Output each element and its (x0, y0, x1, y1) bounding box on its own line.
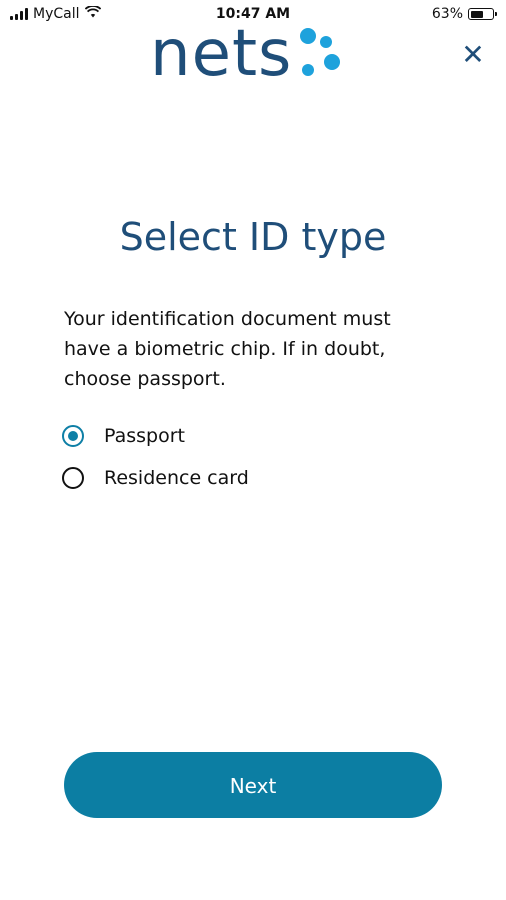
battery-fill (470, 10, 484, 18)
close-icon: ✕ (461, 38, 485, 71)
radio-button-residence-card[interactable] (62, 467, 84, 489)
instructions-text: Your identification document must have a… (64, 308, 391, 390)
radio-label-residence-card: Residence card (104, 467, 249, 489)
radio-option-passport[interactable]: Passport (62, 420, 249, 452)
next-button[interactable]: Next (64, 752, 442, 818)
radio-option-residence-card[interactable]: Residence card (62, 462, 249, 494)
radio-label-passport: Passport (104, 425, 185, 447)
radio-button-passport[interactable] (62, 425, 84, 447)
logo-text: nets (150, 17, 293, 91)
page-title: Select ID type (119, 215, 387, 260)
id-type-radio-group: Passport Residence card (62, 420, 249, 504)
battery-icon (468, 8, 497, 20)
close-button[interactable]: ✕ (458, 40, 488, 70)
logo-dots-icon (298, 24, 342, 84)
app-screen: MyCall 10:47 AM 63% nets ✕ Select ID typ… (0, 0, 506, 900)
nets-logo: nets (150, 22, 342, 86)
battery-percent: 63% (431, 6, 463, 22)
status-right: 63% (431, 6, 497, 22)
